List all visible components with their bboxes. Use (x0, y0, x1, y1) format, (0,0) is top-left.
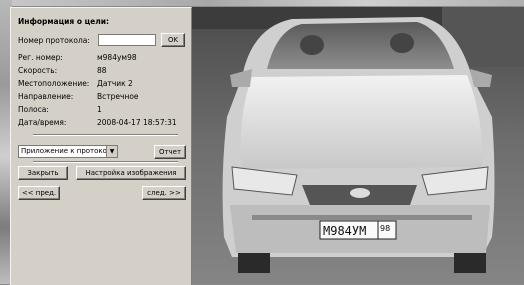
field-value: Датчик 2 (97, 79, 133, 88)
image-settings-button[interactable]: Настройка изображения (76, 166, 186, 180)
field-value: Встречное (97, 92, 139, 101)
separator (33, 161, 178, 163)
field-value: 1 (97, 105, 102, 114)
field-value: 2008-04-17 18:57:31 (97, 118, 177, 127)
report-button[interactable]: Отчет (154, 145, 186, 159)
protocol-label: Номер протокола: (18, 36, 90, 45)
target-info-panel: Информация о цели: Номер протокола: OK Р… (10, 7, 192, 285)
field-label: Скорость: (18, 66, 58, 75)
prev-button[interactable]: << пред. (18, 186, 60, 200)
ok-button[interactable]: OK (161, 33, 185, 47)
next-button[interactable]: след. >> (142, 186, 186, 200)
panel-title: Информация о цели: (18, 17, 110, 26)
field-label: Направление: (18, 92, 74, 101)
close-button[interactable]: Закрыть (18, 166, 68, 180)
select-value: Приложение к протоколу (21, 147, 116, 155)
field-label: Дата/время: (18, 118, 67, 127)
camera-image: М984УМ 98 (192, 7, 524, 284)
field-label: Рег. номер: (18, 53, 63, 62)
field-label: Полоса: (18, 105, 49, 114)
plate-region-text: 98 (380, 224, 390, 233)
field-label: Местоположение: (18, 79, 90, 88)
car-photo: М984УМ 98 (192, 7, 524, 284)
report-type-select[interactable]: Приложение к протоколу ▼ (18, 145, 118, 158)
field-value: 88 (97, 66, 107, 75)
protocol-number-input[interactable] (98, 34, 156, 46)
chevron-down-icon[interactable]: ▼ (106, 146, 117, 157)
plate-number-text: М984УМ (323, 224, 366, 238)
field-value: м984ум98 (97, 53, 137, 62)
separator (33, 134, 178, 136)
background-photo-top (0, 0, 524, 6)
